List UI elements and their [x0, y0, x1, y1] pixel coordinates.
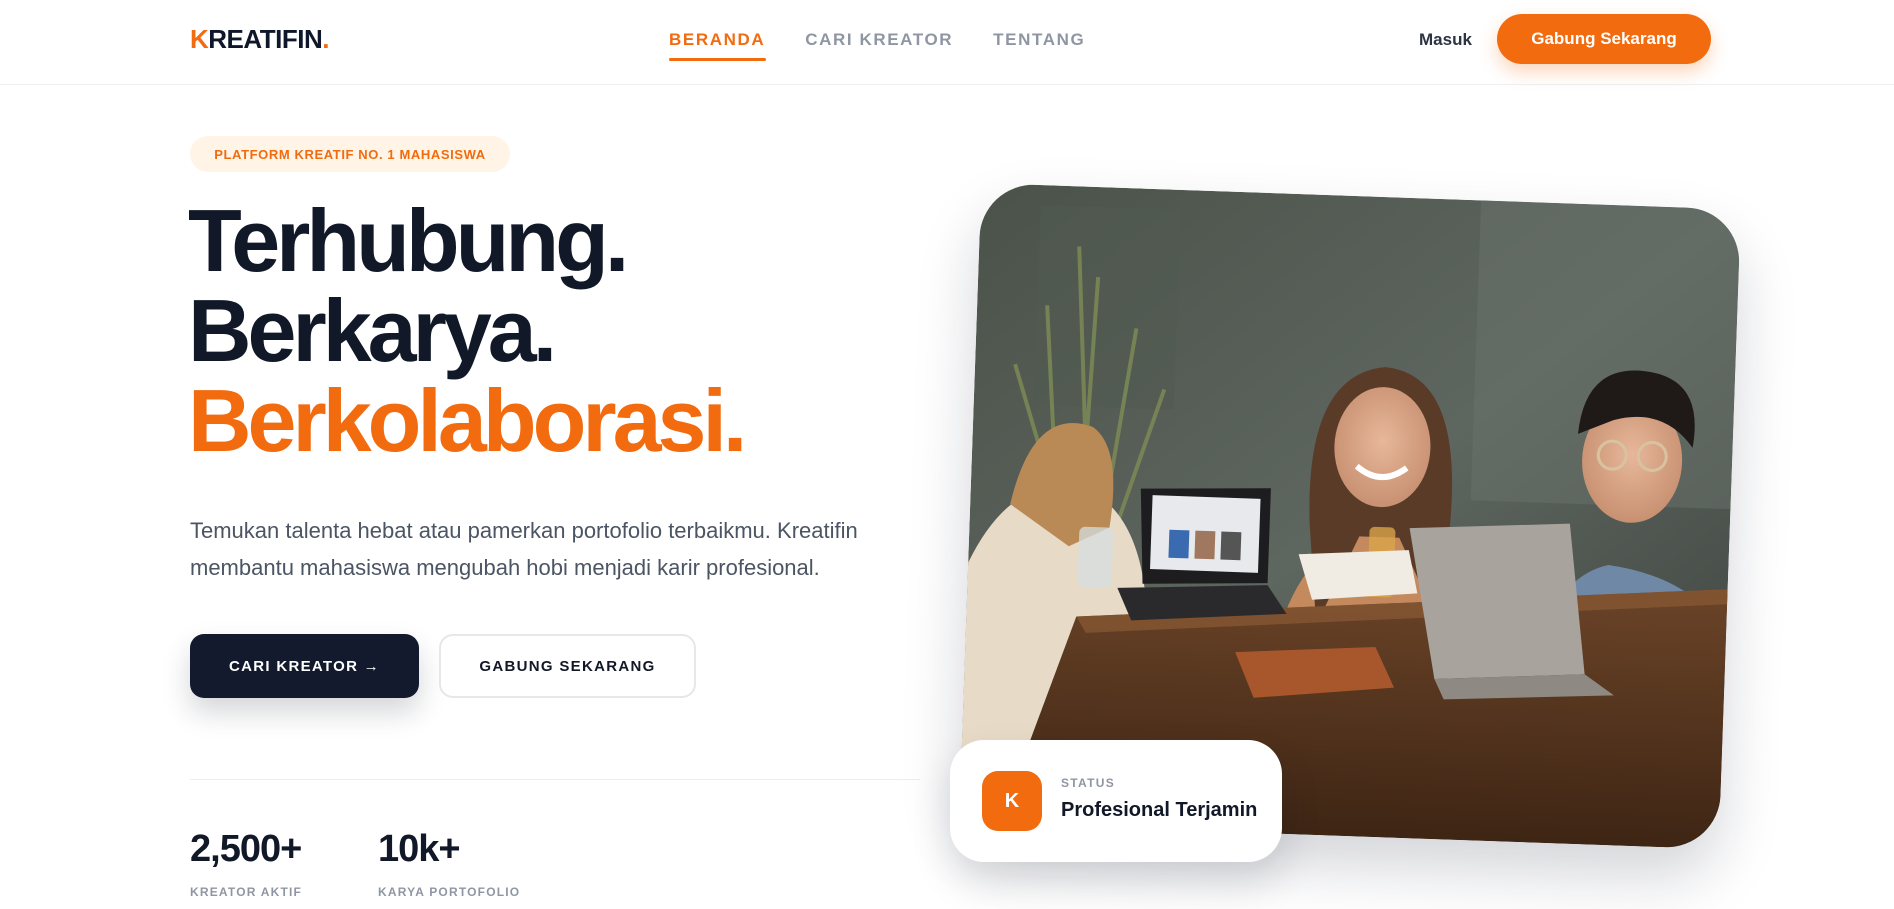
- stat-label: KARYA PORTOFOLIO: [378, 885, 521, 899]
- nav-item-cari-kreator[interactable]: CARI KREATOR: [805, 28, 953, 52]
- nav-active-indicator: [669, 58, 766, 61]
- logo-dot: .: [322, 24, 329, 54]
- main-nav: BERANDA CARI KREATOR TENTANG: [669, 28, 1125, 52]
- status-card: K STATUS Profesional Terjamin: [950, 740, 1282, 862]
- hero-description: Temukan talenta hebat atau pamerkan port…: [190, 518, 858, 580]
- stat-creators: 2,500+ KREATOR AKTIF: [190, 827, 302, 899]
- headline-line-1: Terhubung.: [188, 191, 629, 290]
- logo[interactable]: KREATIFIN.: [190, 24, 329, 54]
- status-label: STATUS: [1061, 776, 1116, 790]
- platform-badge: PLATFORM KREATIF NO. 1 MAHASISWA: [190, 136, 510, 172]
- stat-label: KREATOR AKTIF: [190, 885, 303, 899]
- stat-value: 10k+: [378, 828, 461, 870]
- join-now-button[interactable]: Gabung Sekarang: [1497, 14, 1711, 64]
- site-header: KREATIFIN. BERANDA CARI KREATOR TENTANG …: [0, 0, 1894, 85]
- find-creator-button[interactable]: CARI KREATOR →: [190, 634, 419, 698]
- stats-divider: [190, 779, 920, 780]
- join-now-secondary-button[interactable]: GABUNG SEKARANG: [439, 634, 696, 698]
- status-value: Profesional Terjamin: [1061, 799, 1258, 821]
- stat-value: 2,500+: [190, 828, 302, 870]
- nav-item-tentang[interactable]: TENTANG: [993, 28, 1085, 52]
- status-k-icon: K: [982, 771, 1042, 831]
- logo-letter: K: [190, 24, 209, 54]
- logo-text: REATIFIN: [208, 24, 323, 54]
- stat-portfolio: 10k+ KARYA PORTOFOLIO: [378, 827, 520, 899]
- nav-item-beranda[interactable]: BERANDA: [669, 28, 765, 52]
- login-link[interactable]: Masuk: [1419, 29, 1472, 51]
- hero-headline: Terhubung. Berkarya. Berkolaborasi.: [188, 191, 747, 470]
- headline-line-2: Berkarya.: [188, 281, 557, 380]
- headline-line-3: Berkolaborasi.: [188, 371, 747, 470]
